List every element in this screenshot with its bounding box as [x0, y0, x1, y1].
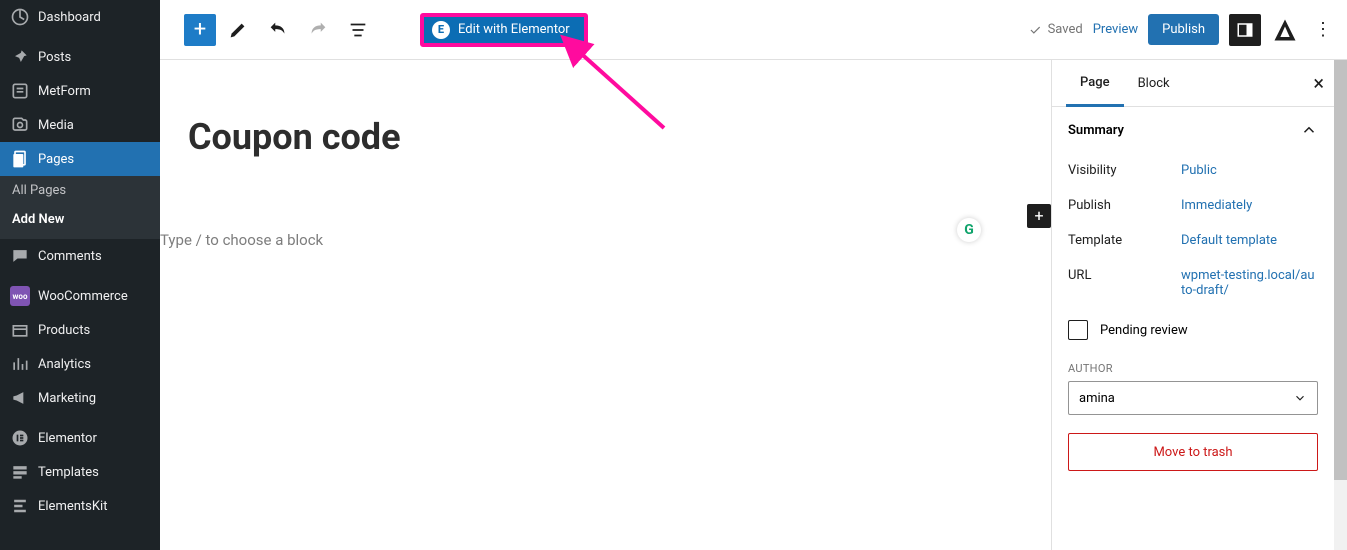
sidebar-item-analytics[interactable]: Analytics	[0, 347, 160, 381]
sidebar-item-products[interactable]: Products	[0, 313, 160, 347]
elementor-icon	[10, 428, 30, 448]
editor-canvas: Coupon code G Type / to choose a block +	[160, 60, 1051, 550]
sidebar-label: Dashboard	[38, 10, 101, 25]
sidebar-label: Marketing	[38, 391, 96, 406]
editor-toolbar: + E Edit with Elementor Saved Preview Pu…	[160, 0, 1347, 60]
more-options-button[interactable]: ⋮	[1309, 12, 1337, 48]
edit-with-elementor-button[interactable]: E Edit with Elementor	[420, 13, 588, 47]
sidebar-label: Products	[38, 323, 90, 338]
sidebar-item-media[interactable]: Media	[0, 108, 160, 142]
publish-button[interactable]: Publish	[1148, 14, 1219, 45]
url-value[interactable]: wpmet-testing.local/auto-draft/	[1181, 268, 1318, 298]
visibility-label: Visibility	[1068, 163, 1181, 178]
close-panel-button[interactable]: ×	[1313, 71, 1324, 95]
media-icon	[10, 115, 30, 135]
template-row: Template Default template	[1052, 223, 1334, 258]
block-placeholder[interactable]: Type / to choose a block	[160, 231, 323, 249]
tab-block[interactable]: Block	[1124, 62, 1184, 105]
publish-value[interactable]: Immediately	[1181, 198, 1318, 213]
pending-review-checkbox[interactable]	[1068, 320, 1088, 340]
template-label: Template	[1068, 233, 1181, 248]
sidebar-label: WooCommerce	[38, 289, 128, 304]
sidebar-label: Media	[38, 118, 74, 133]
panel-tabs: Page Block ×	[1052, 60, 1334, 107]
settings-sidebar-toggle[interactable]	[1229, 14, 1261, 46]
tab-page[interactable]: Page	[1066, 61, 1124, 107]
megaphone-icon	[10, 388, 30, 408]
template-value[interactable]: Default template	[1181, 233, 1318, 248]
elementor-button-label: Edit with Elementor	[458, 22, 570, 37]
dashboard-icon	[10, 7, 30, 27]
sidebar-item-metform[interactable]: MetForm	[0, 74, 160, 108]
url-label: URL	[1068, 268, 1181, 298]
sidebar-label: Comments	[38, 249, 102, 264]
sidebar-item-elementskit[interactable]: ElementsKit	[0, 489, 160, 523]
publish-row: Publish Immediately	[1052, 188, 1334, 223]
chevron-down-icon	[1293, 391, 1307, 405]
author-heading: Author	[1052, 352, 1334, 381]
redo-button[interactable]	[300, 12, 336, 48]
comment-icon	[10, 246, 30, 266]
templates-icon	[10, 462, 30, 482]
author-select[interactable]: amina	[1068, 381, 1318, 415]
document-overview-button[interactable]	[340, 12, 376, 48]
sidebar-item-comments[interactable]: Comments	[0, 239, 160, 273]
sidebar-item-pages[interactable]: Pages	[0, 142, 160, 176]
form-icon	[10, 81, 30, 101]
author-value: amina	[1079, 391, 1115, 406]
sidebar-label: Templates	[38, 465, 99, 480]
sidebar-label: Elementor	[38, 431, 97, 446]
add-block-inline-button[interactable]: +	[1027, 204, 1051, 228]
elementskit-icon	[10, 496, 30, 516]
move-to-trash-button[interactable]: Move to trash	[1068, 433, 1318, 471]
saved-status: Saved	[1028, 22, 1083, 37]
sidebar-label: MetForm	[38, 84, 91, 99]
sidebar-item-woocommerce[interactable]: woo WooCommerce	[0, 279, 160, 313]
preview-link[interactable]: Preview	[1093, 22, 1138, 37]
sidebar-item-templates[interactable]: Templates	[0, 455, 160, 489]
pages-icon	[10, 149, 30, 169]
pending-review-row: Pending review	[1052, 308, 1334, 352]
pending-review-label: Pending review	[1100, 323, 1188, 338]
summary-label: Summary	[1068, 123, 1124, 138]
sidebar-item-elementor[interactable]: Elementor	[0, 421, 160, 455]
sidebar-sub-all-pages[interactable]: All Pages	[0, 176, 160, 205]
visibility-row: Visibility Public	[1052, 153, 1334, 188]
page-scrollbar[interactable]	[1334, 60, 1347, 550]
woo-icon: woo	[10, 286, 30, 306]
saved-label: Saved	[1048, 22, 1083, 37]
add-block-button[interactable]: +	[184, 14, 216, 46]
analytics-icon	[10, 354, 30, 374]
sidebar-item-marketing[interactable]: Marketing	[0, 381, 160, 415]
sidebar-label: Analytics	[38, 357, 91, 372]
visibility-value[interactable]: Public	[1181, 163, 1318, 178]
sidebar-sub-add-new[interactable]: Add New	[0, 205, 160, 239]
publish-label: Publish	[1068, 198, 1181, 213]
chevron-up-icon	[1300, 121, 1318, 139]
astra-icon[interactable]	[1271, 16, 1299, 44]
summary-section-toggle[interactable]: Summary	[1052, 107, 1334, 153]
url-row: URL wpmet-testing.local/auto-draft/	[1052, 258, 1334, 308]
elementor-badge-icon: E	[432, 21, 450, 39]
sidebar-label: Posts	[38, 50, 71, 65]
page-title[interactable]: Coupon code	[160, 60, 1051, 158]
pin-icon	[10, 47, 30, 67]
sidebar-item-posts[interactable]: Posts	[0, 40, 160, 74]
edit-mode-button[interactable]	[220, 12, 256, 48]
sidebar-item-dashboard[interactable]: Dashboard	[0, 0, 160, 34]
undo-button[interactable]	[260, 12, 296, 48]
products-icon	[10, 320, 30, 340]
admin-sidebar: Dashboard Posts MetForm Media Pages All …	[0, 0, 160, 550]
settings-panel: Page Block × Summary Visibility Public P…	[1051, 60, 1334, 550]
sidebar-label: ElementsKit	[38, 499, 107, 514]
sidebar-label: Pages	[38, 152, 74, 167]
